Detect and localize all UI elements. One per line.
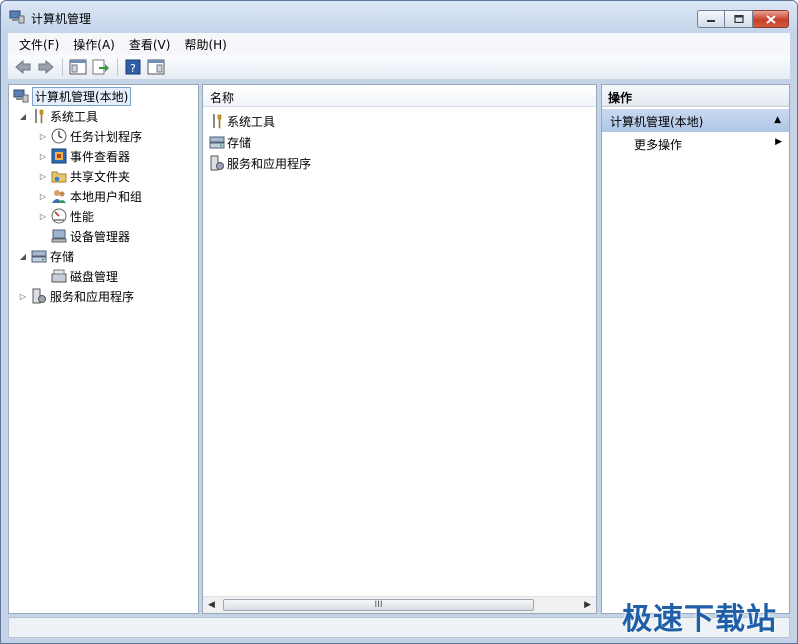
collapsed-triangle-icon[interactable]: ▷	[37, 190, 49, 202]
tree-item-label: 计算机管理(本地)	[32, 86, 132, 106]
watermark-text: 极速下载站	[622, 602, 777, 637]
menu-action[interactable]: 操作(A)	[66, 36, 122, 53]
maximize-button[interactable]	[725, 10, 753, 28]
tools-icon	[209, 113, 225, 129]
collapsed-triangle-icon[interactable]: ▷	[37, 210, 49, 222]
maximize-icon	[733, 15, 744, 23]
export-list-button[interactable]	[90, 57, 112, 77]
tree-item-services-apps[interactable]: ▷ 服务和应用程序	[17, 287, 134, 305]
show-hide-action-pane-button[interactable]	[145, 57, 167, 77]
tree-item-label: 设备管理器	[70, 229, 131, 244]
tree-item-label: 任务计划程序	[70, 129, 143, 144]
computer-management-icon	[13, 88, 29, 104]
scroll-right-arrow-icon[interactable]: ▶	[584, 600, 591, 610]
help-button[interactable]: ?	[122, 57, 144, 77]
close-button[interactable]	[753, 10, 789, 28]
back-icon	[15, 60, 31, 74]
results-list[interactable]: 名称 系统工具 存储 服务和应用程序 ◀ III ▶	[202, 84, 597, 614]
scrollbar-grip: III	[374, 600, 383, 610]
tree-item-label: 系统工具	[50, 109, 99, 124]
action-group-label: 计算机管理(本地)	[610, 115, 704, 129]
collapse-up-arrow-icon[interactable]: ▲	[774, 115, 781, 125]
tree-item-root[interactable]: 计算机管理(本地)	[11, 86, 132, 106]
more-actions-label: 更多操作	[634, 138, 683, 152]
back-button[interactable]	[12, 57, 34, 77]
tree-item-label: 本地用户和组	[70, 189, 143, 204]
tree-item-storage[interactable]: ◢ 存储	[17, 247, 74, 265]
performance-icon	[51, 208, 67, 224]
list-item-label: 存储	[227, 135, 252, 150]
window-controls	[697, 10, 789, 28]
action-group-computer-management[interactable]: 计算机管理(本地) ▲	[602, 109, 789, 132]
menu-view[interactable]: 查看(V)	[122, 36, 178, 53]
event-viewer-icon	[51, 148, 67, 164]
action-pane-header: 操作	[602, 85, 789, 107]
show-hide-tree-icon	[69, 59, 87, 75]
tree-item-system-tools[interactable]: ◢ 系统工具	[17, 107, 98, 125]
tree-item-label: 磁盘管理	[70, 269, 119, 284]
computer-management-icon	[9, 10, 25, 24]
minimize-icon	[707, 20, 715, 22]
minimize-button[interactable]	[697, 10, 725, 28]
clock-icon	[51, 128, 67, 144]
collapsed-triangle-icon[interactable]: ▷	[37, 150, 49, 162]
collapsed-triangle-icon[interactable]: ▷	[37, 170, 49, 182]
tree-item-task-scheduler[interactable]: ▷ 任务计划程序	[37, 127, 142, 145]
column-header-name[interactable]: 名称	[203, 85, 596, 107]
more-actions-item[interactable]: 更多操作 ▶	[634, 136, 784, 153]
toolbar-separator	[117, 58, 118, 76]
services-icon	[31, 288, 47, 304]
tree-item-shared-folders[interactable]: ▷ 共享文件夹	[37, 167, 130, 185]
tools-icon	[31, 108, 47, 124]
forward-icon	[38, 60, 54, 74]
tree-item-local-users[interactable]: ▷ 本地用户和组	[37, 187, 142, 205]
services-icon	[209, 155, 225, 171]
users-icon	[51, 188, 67, 204]
tree-item-label: 性能	[70, 209, 95, 224]
tree-item-label: 服务和应用程序	[50, 289, 135, 304]
list-item-label: 服务和应用程序	[227, 156, 312, 171]
submenu-arrow-icon: ▶	[775, 137, 782, 147]
expanded-triangle-icon[interactable]: ◢	[17, 110, 29, 122]
title-bar[interactable]: 计算机管理	[1, 1, 797, 33]
list-item[interactable]: 存储	[209, 133, 251, 151]
svg-text:?: ?	[130, 62, 136, 75]
help-icon: ?	[125, 59, 141, 75]
close-icon	[765, 14, 776, 24]
device-manager-icon	[51, 228, 67, 244]
collapsed-triangle-icon[interactable]: ▷	[37, 130, 49, 142]
window: 计算机管理 文件(F) 操作(A) 查看(V) 帮助(H) ? 计算机管理(本地…	[0, 0, 798, 644]
tree-item-device-manager[interactable]: 设备管理器	[49, 227, 130, 245]
export-icon	[92, 59, 109, 75]
horizontal-scrollbar[interactable]: ◀ III ▶	[203, 596, 596, 613]
tree-item-label: 事件查看器	[70, 149, 131, 164]
toolbar-separator	[62, 58, 63, 76]
show-hide-tree-button[interactable]	[67, 57, 89, 77]
action-pane: 操作 计算机管理(本地) ▲ 更多操作 ▶	[601, 84, 790, 614]
console-tree[interactable]: 计算机管理(本地) ◢ 系统工具 ▷ 任务计划程序 ▷ 事件查看器 ▷ 共享文件…	[8, 84, 199, 614]
forward-button[interactable]	[35, 57, 57, 77]
menu-help[interactable]: 帮助(H)	[177, 36, 233, 53]
tree-item-performance[interactable]: ▷ 性能	[37, 207, 94, 225]
toolbar: ?	[8, 55, 790, 80]
disk-management-icon	[51, 268, 67, 284]
show-hide-action-pane-icon	[147, 59, 165, 75]
collapsed-triangle-icon[interactable]: ▷	[17, 290, 29, 302]
menu-file[interactable]: 文件(F)	[12, 36, 66, 53]
menu-bar: 文件(F) 操作(A) 查看(V) 帮助(H)	[8, 33, 790, 55]
expanded-triangle-icon[interactable]: ◢	[17, 250, 29, 262]
tree-item-label: 存储	[50, 249, 75, 264]
storage-icon	[209, 134, 225, 150]
tree-item-event-viewer[interactable]: ▷ 事件查看器	[37, 147, 130, 165]
list-item-label: 系统工具	[227, 114, 276, 129]
window-title: 计算机管理	[31, 12, 92, 26]
storage-icon	[31, 248, 47, 264]
tree-item-disk-management[interactable]: 磁盘管理	[49, 267, 118, 285]
tree-item-label: 共享文件夹	[70, 169, 131, 184]
list-item[interactable]: 服务和应用程序	[209, 154, 311, 172]
shared-folder-icon	[51, 168, 67, 184]
list-item[interactable]: 系统工具	[209, 112, 275, 130]
scroll-left-arrow-icon[interactable]: ◀	[208, 600, 215, 610]
scrollbar-thumb[interactable]: III	[223, 599, 534, 611]
